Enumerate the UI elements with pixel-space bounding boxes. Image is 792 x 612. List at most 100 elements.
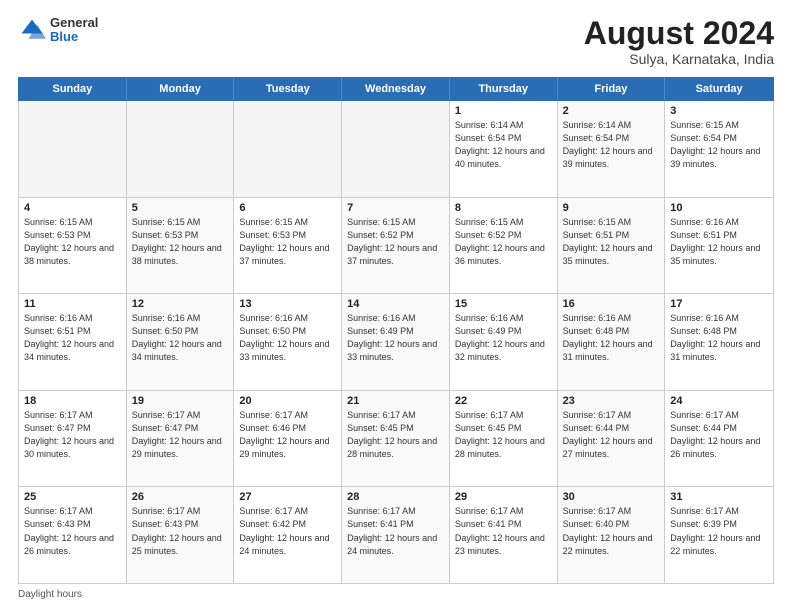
cell-info: Sunrise: 6:16 AM Sunset: 6:50 PM Dayligh… — [239, 312, 336, 364]
day-number: 10 — [670, 202, 768, 214]
cell-info: Sunrise: 6:15 AM Sunset: 6:51 PM Dayligh… — [563, 216, 660, 268]
cell-info: Sunrise: 6:17 AM Sunset: 6:39 PM Dayligh… — [670, 505, 768, 557]
cell-info: Sunrise: 6:15 AM Sunset: 6:53 PM Dayligh… — [239, 216, 336, 268]
cell-info: Sunrise: 6:16 AM Sunset: 6:49 PM Dayligh… — [347, 312, 444, 364]
day-number: 6 — [239, 202, 336, 214]
cal-cell-empty-0-0 — [19, 101, 127, 197]
cal-cell-28: 28 Sunrise: 6:17 AM Sunset: 6:41 PM Dayli… — [342, 487, 450, 583]
cal-cell-12: 12Sunrise: 6:16 AM Sunset: 6:50 PM Dayli… — [127, 294, 235, 390]
cell-info: Sunrise: 6:17 AM Sunset: 6:41 PM Dayligh… — [455, 505, 552, 557]
header-cell-tuesday: Tuesday — [234, 78, 342, 100]
cell-info: Sunrise: 6:17 AM Sunset: 6:47 PM Dayligh… — [24, 409, 121, 461]
cal-cell-1: 1Sunrise: 6:14 AM Sunset: 6:54 PM Daylig… — [450, 101, 558, 197]
cal-cell-empty-0-2 — [234, 101, 342, 197]
cell-info: Sunrise: 6:17 AM Sunset: 6:41 PM Dayligh… — [347, 505, 444, 557]
cal-cell-30: 30Sunrise: 6:17 AM Sunset: 6:40 PM Dayli… — [558, 487, 666, 583]
day-number: 22 — [455, 395, 552, 407]
logo: General Blue — [18, 16, 98, 45]
cal-cell-24: 24 Sunrise: 6:17 AM Sunset: 6:44 PM Dayli… — [665, 391, 773, 487]
cal-cell-3: 3 Sunrise: 6:15 AM Sunset: 6:54 PM Daylig… — [665, 101, 773, 197]
calendar: SundayMondayTuesdayWednesdayThursdayFrid… — [18, 77, 774, 584]
cal-cell-23: 23 Sunrise: 6:17 AM Sunset: 6:44 PM Dayli… — [558, 391, 666, 487]
cal-cell-empty-0-3 — [342, 101, 450, 197]
cal-cell-19: 19 Sunrise: 6:17 AM Sunset: 6:47 PM Dayli… — [127, 391, 235, 487]
cell-info: Sunrise: 6:16 AM Sunset: 6:48 PM Dayligh… — [670, 312, 768, 364]
cell-info: Sunrise: 6:17 AM Sunset: 6:40 PM Dayligh… — [563, 505, 660, 557]
cal-cell-7: 7 Sunrise: 6:15 AM Sunset: 6:52 PM Daylig… — [342, 198, 450, 294]
day-number: 26 — [132, 491, 229, 503]
header-cell-thursday: Thursday — [450, 78, 558, 100]
cal-cell-14: 14Sunrise: 6:16 AM Sunset: 6:49 PM Dayli… — [342, 294, 450, 390]
cal-cell-13: 13 Sunrise: 6:16 AM Sunset: 6:50 PM Dayli… — [234, 294, 342, 390]
cell-info: Sunrise: 6:17 AM Sunset: 6:43 PM Dayligh… — [132, 505, 229, 557]
cell-info: Sunrise: 6:15 AM Sunset: 6:53 PM Dayligh… — [24, 216, 121, 268]
day-number: 27 — [239, 491, 336, 503]
cal-cell-22: 22 Sunrise: 6:17 AM Sunset: 6:45 PM Dayli… — [450, 391, 558, 487]
cell-info: Sunrise: 6:17 AM Sunset: 6:42 PM Dayligh… — [239, 505, 336, 557]
cell-info: Sunrise: 6:15 AM Sunset: 6:52 PM Dayligh… — [455, 216, 552, 268]
header: General Blue August 2024 Sulya, Karnatak… — [18, 16, 774, 67]
logo-text: General Blue — [50, 16, 98, 45]
cal-cell-20: 20 Sunrise: 6:17 AM Sunset: 6:46 PM Dayli… — [234, 391, 342, 487]
week-row-3: 11Sunrise: 6:16 AM Sunset: 6:51 PM Dayli… — [19, 294, 773, 391]
day-number: 20 — [239, 395, 336, 407]
logo-blue: Blue — [50, 30, 98, 44]
calendar-header: SundayMondayTuesdayWednesdayThursdayFrid… — [18, 77, 774, 101]
week-row-4: 18 Sunrise: 6:17 AM Sunset: 6:47 PM Dayli… — [19, 391, 773, 488]
day-number: 13 — [239, 298, 336, 310]
footer-note: Daylight hours — [18, 589, 774, 600]
day-number: 28 — [347, 491, 444, 503]
day-number: 19 — [132, 395, 229, 407]
day-number: 7 — [347, 202, 444, 214]
cell-info: Sunrise: 6:17 AM Sunset: 6:45 PM Dayligh… — [347, 409, 444, 461]
cal-cell-10: 10Sunrise: 6:16 AM Sunset: 6:51 PM Dayli… — [665, 198, 773, 294]
cal-cell-16: 16Sunrise: 6:16 AM Sunset: 6:48 PM Dayli… — [558, 294, 666, 390]
month-title: August 2024 — [584, 16, 774, 51]
cal-cell-4: 4 Sunrise: 6:15 AM Sunset: 6:53 PM Daylig… — [19, 198, 127, 294]
calendar-body: 1Sunrise: 6:14 AM Sunset: 6:54 PM Daylig… — [18, 101, 774, 584]
header-cell-friday: Friday — [558, 78, 666, 100]
day-number: 5 — [132, 202, 229, 214]
page: General Blue August 2024 Sulya, Karnatak… — [0, 0, 792, 612]
week-row-2: 4 Sunrise: 6:15 AM Sunset: 6:53 PM Daylig… — [19, 198, 773, 295]
logo-general: General — [50, 16, 98, 30]
cell-info: Sunrise: 6:17 AM Sunset: 6:44 PM Dayligh… — [670, 409, 768, 461]
cell-info: Sunrise: 6:15 AM Sunset: 6:54 PM Dayligh… — [670, 119, 768, 171]
cell-info: Sunrise: 6:16 AM Sunset: 6:51 PM Dayligh… — [24, 312, 121, 364]
day-number: 18 — [24, 395, 121, 407]
cal-cell-18: 18 Sunrise: 6:17 AM Sunset: 6:47 PM Dayli… — [19, 391, 127, 487]
cell-info: Sunrise: 6:17 AM Sunset: 6:46 PM Dayligh… — [239, 409, 336, 461]
cal-cell-8: 8Sunrise: 6:15 AM Sunset: 6:52 PM Daylig… — [450, 198, 558, 294]
cell-info: Sunrise: 6:16 AM Sunset: 6:48 PM Dayligh… — [563, 312, 660, 364]
cal-cell-31: 31Sunrise: 6:17 AM Sunset: 6:39 PM Dayli… — [665, 487, 773, 583]
logo-icon — [18, 16, 46, 44]
cell-info: Sunrise: 6:15 AM Sunset: 6:52 PM Dayligh… — [347, 216, 444, 268]
cell-info: Sunrise: 6:17 AM Sunset: 6:44 PM Dayligh… — [563, 409, 660, 461]
day-number: 17 — [670, 298, 768, 310]
day-number: 4 — [24, 202, 121, 214]
day-number: 25 — [24, 491, 121, 503]
header-cell-wednesday: Wednesday — [342, 78, 450, 100]
cal-cell-17: 17 Sunrise: 6:16 AM Sunset: 6:48 PM Dayli… — [665, 294, 773, 390]
cell-info: Sunrise: 6:14 AM Sunset: 6:54 PM Dayligh… — [455, 119, 552, 171]
cell-info: Sunrise: 6:17 AM Sunset: 6:43 PM Dayligh… — [24, 505, 121, 557]
cal-cell-21: 21 Sunrise: 6:17 AM Sunset: 6:45 PM Dayli… — [342, 391, 450, 487]
day-number: 21 — [347, 395, 444, 407]
cell-info: Sunrise: 6:17 AM Sunset: 6:47 PM Dayligh… — [132, 409, 229, 461]
day-number: 23 — [563, 395, 660, 407]
week-row-1: 1Sunrise: 6:14 AM Sunset: 6:54 PM Daylig… — [19, 101, 773, 198]
cal-cell-15: 15Sunrise: 6:16 AM Sunset: 6:49 PM Dayli… — [450, 294, 558, 390]
day-number: 3 — [670, 105, 768, 117]
day-number: 2 — [563, 105, 660, 117]
header-cell-sunday: Sunday — [19, 78, 127, 100]
header-cell-saturday: Saturday — [665, 78, 773, 100]
cell-info: Sunrise: 6:17 AM Sunset: 6:45 PM Dayligh… — [455, 409, 552, 461]
cal-cell-9: 9 Sunrise: 6:15 AM Sunset: 6:51 PM Daylig… — [558, 198, 666, 294]
day-number: 24 — [670, 395, 768, 407]
day-number: 9 — [563, 202, 660, 214]
day-number: 12 — [132, 298, 229, 310]
title-block: August 2024 Sulya, Karnataka, India — [584, 16, 774, 67]
week-row-5: 25 Sunrise: 6:17 AM Sunset: 6:43 PM Dayli… — [19, 487, 773, 583]
cal-cell-5: 5Sunrise: 6:15 AM Sunset: 6:53 PM Daylig… — [127, 198, 235, 294]
cal-cell-6: 6 Sunrise: 6:15 AM Sunset: 6:53 PM Daylig… — [234, 198, 342, 294]
